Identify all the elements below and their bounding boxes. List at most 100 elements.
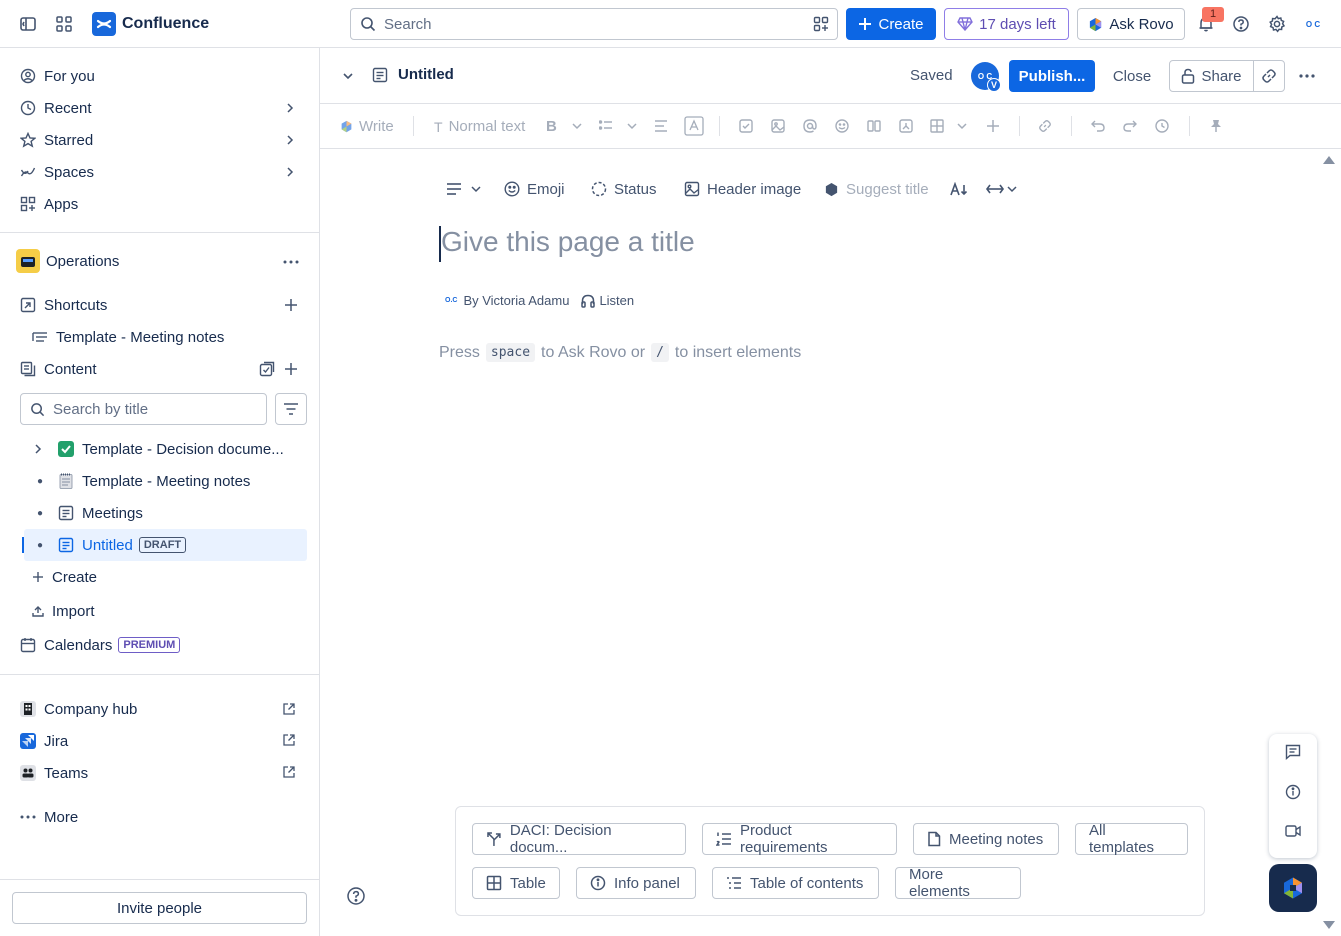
author-byline[interactable]: By Victoria Adamu (463, 293, 569, 308)
align-left-icon[interactable] (654, 119, 668, 133)
help-icon[interactable] (1229, 12, 1253, 36)
page-width-icon[interactable] (986, 178, 1017, 200)
more-elements-button[interactable]: More elements (895, 866, 1021, 900)
emoji-icon[interactable] (835, 119, 849, 133)
import-button[interactable]: Import (24, 595, 308, 627)
chevron-down-icon[interactable] (341, 69, 355, 83)
text-color-icon[interactable] (684, 116, 704, 136)
add-content-plus-icon[interactable] (284, 362, 298, 376)
space-more-icon[interactable] (283, 260, 299, 264)
content-search-input[interactable]: Search by title (20, 393, 267, 425)
decision-icon[interactable] (899, 119, 913, 133)
invite-people-button[interactable]: Invite people (12, 892, 307, 924)
tree-item-meetings[interactable]: ● Meetings (24, 497, 307, 529)
ask-rovo-button[interactable]: Ask Rovo (1077, 8, 1185, 40)
chevron-right-icon[interactable] (32, 442, 48, 456)
space-header-operations[interactable]: Operations (12, 245, 308, 277)
task-checkbox-icon[interactable] (739, 119, 753, 133)
tree-item-untitled[interactable]: ● Untitled DRAFT (22, 529, 307, 561)
sidebar-item-more[interactable]: More (12, 801, 308, 833)
editor-placeholder-hint[interactable]: Press space to Ask Rovo or / to insert e… (439, 343, 801, 362)
filter-button[interactable] (275, 393, 307, 425)
insert-plus-icon[interactable] (986, 119, 1000, 133)
template-product-requirements-button[interactable]: Product requirements (702, 822, 897, 856)
bullet-list-icon[interactable] (599, 119, 613, 133)
insert-table-of-contents-button[interactable]: Table of contents (712, 867, 879, 899)
undo-icon[interactable] (1091, 119, 1105, 133)
sidebar-app-jira[interactable]: Jira (12, 725, 308, 757)
chevron-down-icon[interactable] (572, 122, 582, 130)
app-switcher-icon[interactable] (52, 12, 76, 36)
sidebar: For you Recent Starred Spaces Apps Opera… (0, 48, 320, 936)
write-button[interactable]: Write (340, 118, 394, 135)
image-icon[interactable] (771, 119, 785, 133)
bulk-edit-icon[interactable] (259, 361, 275, 377)
table-icon[interactable] (930, 119, 944, 133)
tree-item-decision-doc[interactable]: Template - Decision docume... (24, 433, 307, 465)
all-templates-button[interactable]: All templates (1075, 822, 1188, 856)
sidebar-item-apps[interactable]: Apps (12, 188, 308, 220)
share-button[interactable]: Share (1169, 60, 1254, 92)
sidebar-app-teams[interactable]: Teams (12, 757, 308, 789)
template-meeting-notes-button[interactable]: Meeting notes (913, 823, 1059, 855)
create-button[interactable]: Create (846, 8, 936, 40)
bold-icon[interactable]: B (546, 118, 557, 135)
publish-button[interactable]: Publish... (1009, 60, 1095, 92)
suggest-title-button[interactable]: Suggest title (824, 178, 929, 200)
page-details-info-icon[interactable] (1285, 784, 1301, 800)
sidebar-toggle-icon[interactable] (16, 12, 40, 36)
external-link-icon (282, 733, 296, 747)
close-button[interactable]: Close (1105, 60, 1159, 92)
redo-icon[interactable] (1123, 119, 1137, 133)
sidebar-item-for-you[interactable]: For you (12, 60, 308, 92)
sidebar-item-starred[interactable]: Starred (12, 124, 308, 156)
mention-icon[interactable] (803, 119, 817, 133)
confluence-logo[interactable]: Confluence (92, 12, 209, 36)
sidebar-item-calendars[interactable]: Calendars PREMIUM (12, 629, 308, 661)
rovo-icon (341, 120, 352, 133)
settings-gear-icon[interactable] (1265, 12, 1289, 36)
comments-icon[interactable] (1285, 744, 1301, 760)
page-title-input[interactable]: Give this page a title (439, 226, 695, 262)
sidebar-item-recent[interactable]: Recent (12, 92, 308, 124)
chevron-down-icon[interactable] (627, 122, 637, 130)
rovo-chat-button[interactable] (1269, 864, 1317, 912)
scroll-down-arrow[interactable] (1322, 920, 1336, 930)
add-shortcut-plus-icon[interactable] (284, 298, 298, 312)
video-record-icon[interactable] (1285, 825, 1301, 837)
sidebar-item-spaces[interactable]: Spaces (12, 156, 308, 188)
link-icon[interactable] (1038, 119, 1052, 133)
template-daci-button[interactable]: DACI: Decision docum... (472, 822, 686, 856)
add-status-button[interactable]: Status (591, 178, 657, 200)
history-icon[interactable] (1155, 119, 1169, 133)
scroll-up-arrow[interactable] (1322, 155, 1336, 165)
pin-toolbar-icon[interactable] (1210, 119, 1222, 133)
building-icon (20, 701, 36, 717)
profile-avatar[interactable]: O C (1301, 12, 1325, 36)
global-search-input[interactable]: Search (350, 8, 838, 40)
insert-info-panel-button[interactable]: Info panel (576, 867, 696, 899)
search-filter-icon[interactable] (813, 16, 829, 32)
add-header-image-button[interactable]: Header image (684, 178, 801, 200)
sidebar-app-company-hub[interactable]: Company hub (12, 693, 308, 725)
chevron-right-icon (284, 101, 296, 115)
tree-item-meeting-notes[interactable]: ● Template - Meeting notes (24, 465, 307, 497)
shortcut-item-meeting-notes[interactable]: Template - Meeting notes (24, 321, 308, 353)
insert-table-button[interactable]: Table (472, 867, 560, 899)
sidebar-item-shortcuts[interactable]: Shortcuts (12, 289, 308, 321)
page-breadcrumb-title[interactable]: Untitled (372, 66, 454, 83)
page-width-align-button[interactable] (446, 178, 481, 200)
copy-link-button[interactable] (1253, 60, 1285, 92)
add-emoji-button[interactable]: Emoji (504, 178, 565, 200)
create-content-button[interactable]: Create (24, 561, 308, 593)
more-actions-icon[interactable] (1299, 74, 1315, 78)
listen-button[interactable]: Listen (581, 293, 634, 308)
layout-columns-icon[interactable] (867, 119, 881, 133)
trial-button[interactable]: 17 days left (944, 8, 1069, 40)
chevron-down-icon[interactable] (957, 122, 967, 130)
search-icon (361, 17, 376, 32)
text-style-dropdown[interactable]: T Normal text (434, 118, 525, 135)
help-question-icon[interactable] (346, 886, 366, 906)
font-size-icon[interactable] (950, 178, 968, 200)
gem-icon (957, 17, 973, 31)
